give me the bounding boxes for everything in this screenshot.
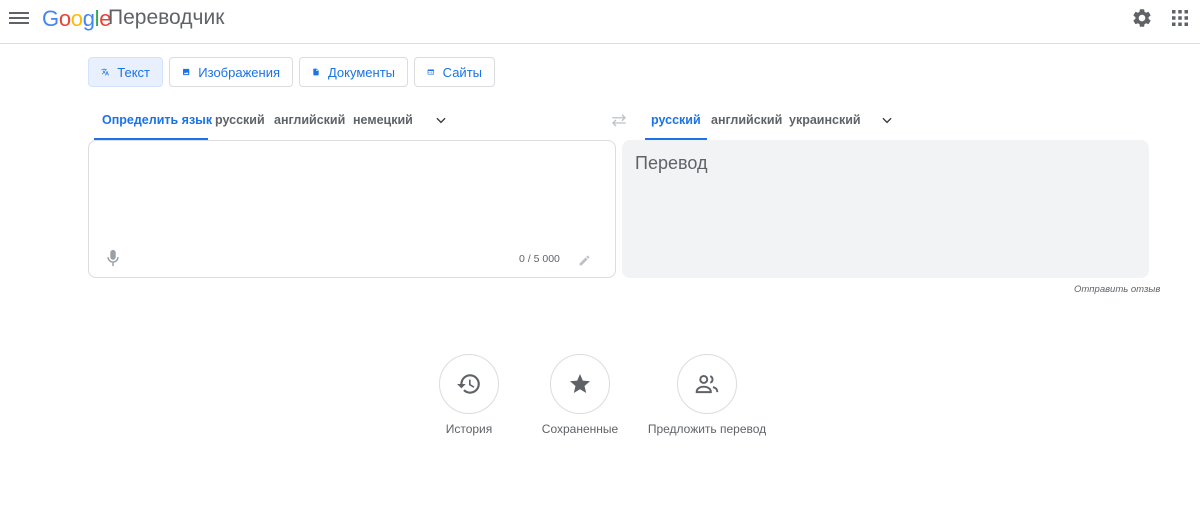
contribute-label: Предложить перевод: [647, 422, 767, 436]
swap-languages-icon[interactable]: [610, 113, 628, 127]
target-lang-tab-ukrainian[interactable]: украинский: [789, 108, 861, 140]
main-menu-icon[interactable]: [9, 9, 29, 27]
source-lang-tab-russian[interactable]: русский: [215, 108, 265, 140]
saved-label: Сохраненные: [541, 422, 619, 436]
google-apps-grid-icon[interactable]: [1172, 10, 1188, 26]
source-lang-tab-english[interactable]: английский: [274, 108, 345, 140]
app-header: Google Переводчик: [0, 0, 1200, 44]
mode-websites-button[interactable]: Сайты: [414, 57, 495, 87]
contribute-item: Предложить перевод: [648, 354, 766, 436]
document-icon: [313, 68, 319, 76]
saved-item: Сохраненные: [542, 354, 618, 436]
handwriting-pencil-icon[interactable]: [578, 254, 591, 267]
settings-gear-icon[interactable]: [1131, 7, 1153, 29]
mode-text-button[interactable]: Текст: [88, 57, 163, 87]
image-icon: [183, 68, 190, 76]
saved-button[interactable]: [550, 354, 610, 414]
history-item: История: [439, 354, 499, 436]
website-icon: [427, 69, 435, 75]
history-icon: [457, 374, 480, 394]
google-logo[interactable]: Google: [42, 6, 111, 32]
source-text-input[interactable]: [101, 153, 601, 233]
translation-placeholder: Перевод: [635, 153, 708, 173]
target-lang-tab-english[interactable]: английский: [711, 108, 782, 140]
app-name[interactable]: Переводчик: [108, 6, 224, 30]
target-more-langs-chevron-down-icon[interactable]: [879, 113, 895, 127]
character-counter: 0 / 5 000: [519, 253, 560, 265]
contribute-button[interactable]: [677, 354, 737, 414]
history-label: История: [445, 422, 493, 436]
translate-icon: [101, 68, 109, 76]
history-button[interactable]: [439, 354, 499, 414]
people-icon: [695, 375, 719, 394]
mode-images-label: Изображения: [198, 64, 280, 80]
mode-documents-label: Документы: [327, 64, 395, 80]
star-icon: [570, 374, 590, 393]
mode-text-label: Текст: [117, 64, 150, 80]
source-lang-tab-detect[interactable]: Определить язык: [94, 108, 212, 140]
mode-documents-button[interactable]: Документы: [299, 57, 408, 87]
microphone-icon[interactable]: [106, 249, 120, 267]
mode-websites-label: Сайты: [442, 64, 482, 80]
mode-images-button[interactable]: Изображения: [169, 57, 293, 87]
send-feedback-link[interactable]: Отправить отзыв: [1074, 284, 1160, 295]
source-lang-tab-german[interactable]: немецкий: [353, 108, 413, 140]
target-lang-tab-russian[interactable]: русский: [645, 108, 707, 140]
source-more-langs-chevron-down-icon[interactable]: [433, 113, 449, 127]
source-text-panel: 0 / 5 000: [88, 140, 616, 278]
translation-output-panel: Перевод: [622, 140, 1149, 278]
